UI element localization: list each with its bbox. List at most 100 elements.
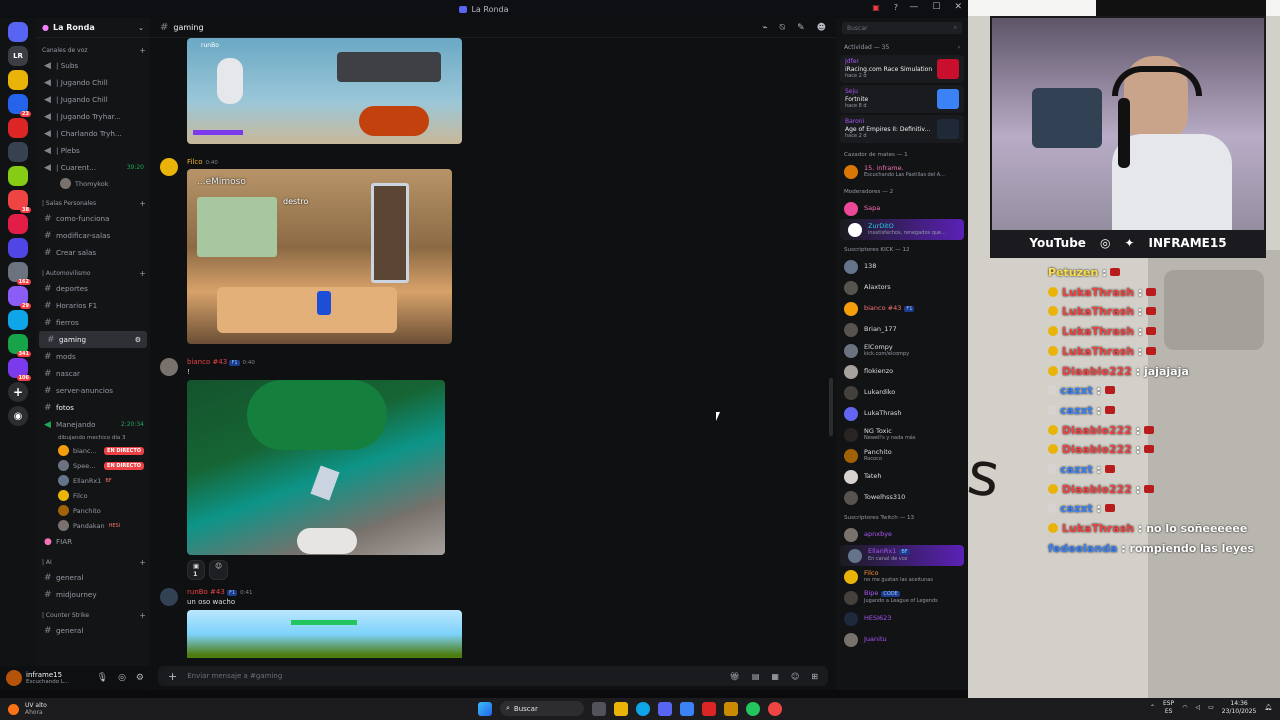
file-explorer-icon[interactable] xyxy=(614,701,628,716)
minimize-button[interactable]: — xyxy=(909,2,918,12)
channel-fiar[interactable]: ● FIAR xyxy=(36,533,150,550)
server-icon[interactable] xyxy=(8,238,28,258)
voice-user[interactable]: Panchito xyxy=(36,503,150,518)
server-icon[interactable]: 23 xyxy=(8,94,31,117)
voice-user[interactable]: EllanRx1 BF xyxy=(36,473,150,488)
taskbar-search[interactable]: ⌕ Buscar xyxy=(500,701,584,716)
add-server-icon[interactable]: + xyxy=(8,382,28,402)
voice-channel[interactable]: ◀ | Cuarent... 39:20 xyxy=(36,159,150,176)
scrollbar[interactable] xyxy=(829,378,833,436)
member-item[interactable]: Tateh xyxy=(836,466,968,487)
text-channel[interactable]: # Crear salas xyxy=(36,244,150,261)
server-icon[interactable] xyxy=(8,118,28,138)
wifi-icon[interactable]: ◠ xyxy=(1182,704,1187,712)
text-channel[interactable]: # mods xyxy=(36,348,150,365)
activity-card[interactable]: Baroni Age of Empires II: Definitiv... hac… xyxy=(840,115,964,143)
add-channel-icon[interactable]: + xyxy=(139,558,146,567)
add-channel-icon[interactable]: + xyxy=(139,269,146,278)
sticker-icon[interactable]: ▦ xyxy=(771,672,779,681)
text-channel[interactable]: # general xyxy=(36,622,150,639)
member-item[interactable]: Brian_177 xyxy=(836,319,968,340)
activity-card[interactable]: Jdfer iRacing.com Race Simulation hace 2 d xyxy=(840,55,964,83)
members-toggle-icon[interactable]: ☻ xyxy=(817,23,826,33)
volume-icon[interactable]: ◁ xyxy=(1195,704,1200,712)
obs-icon[interactable] xyxy=(702,701,716,716)
member-item[interactable]: EllanRx1 BF En canal de voz xyxy=(840,545,964,566)
edge-icon[interactable] xyxy=(636,701,650,716)
chevron-right-icon[interactable]: › xyxy=(958,44,960,51)
member-item[interactable]: Panchito Rococo xyxy=(836,445,968,466)
server-icon[interactable]: LR xyxy=(8,46,28,66)
server-icon[interactable] xyxy=(8,22,28,42)
member-item[interactable]: NG Toxic Newell's y nada más xyxy=(836,424,968,445)
category-cs[interactable]: | Counter Strike + xyxy=(36,603,150,622)
discover-icon[interactable]: ◉ xyxy=(8,406,28,426)
member-item[interactable]: LukaThrash xyxy=(836,403,968,424)
text-channel[interactable]: # midjourney xyxy=(36,586,150,603)
server-icon[interactable] xyxy=(8,166,28,186)
composer-placeholder[interactable]: Enviar mensaje a #gaming xyxy=(187,672,282,680)
text-channel[interactable]: # fotos xyxy=(36,399,150,416)
author-name[interactable]: runBo #43 F1 0:41 xyxy=(187,588,253,596)
text-channel[interactable]: # deportes xyxy=(36,280,150,297)
server-icon[interactable]: 341 xyxy=(8,334,31,357)
game-screenshot[interactable]: runBo xyxy=(187,38,462,144)
folder-icon[interactable] xyxy=(724,701,738,716)
member-item[interactable]: Towelhss310 xyxy=(836,487,968,508)
text-channel[interactable]: # general xyxy=(36,569,150,586)
text-channel[interactable]: # server-anuncios xyxy=(36,382,150,399)
member-item[interactable]: apnxbye xyxy=(836,524,968,545)
voice-user[interactable]: Filco xyxy=(36,488,150,503)
search-input[interactable]: Buscar ⌕ xyxy=(842,22,962,34)
voice-channel[interactable]: ◀ | Jugando Chill xyxy=(36,74,150,91)
add-channel-icon[interactable]: + xyxy=(139,611,146,620)
maximize-button[interactable]: ☐ xyxy=(932,2,940,12)
voice-channel-driving[interactable]: ◀ Manejando 2:20:34 xyxy=(36,416,150,433)
discord-icon[interactable] xyxy=(658,701,672,716)
member-item[interactable]: Juanitu xyxy=(836,629,968,650)
gift-icon[interactable]: 🎁︎ xyxy=(730,672,740,681)
add-channel-icon[interactable]: + xyxy=(139,199,146,208)
server-icon[interactable] xyxy=(8,214,28,234)
help-icon[interactable]: ? xyxy=(894,3,898,12)
add-reaction-icon[interactable]: ☺ xyxy=(209,560,228,580)
author-text[interactable]: runBo #43 xyxy=(187,588,225,596)
headphones-icon[interactable]: ◎ xyxy=(118,673,126,683)
author-name[interactable]: Filco 0:40 xyxy=(187,158,218,166)
voice-channel[interactable]: ◀ | Jugando Chill xyxy=(36,91,150,108)
inbox-icon[interactable]: ▣ xyxy=(872,3,880,12)
task-view-icon[interactable] xyxy=(592,701,606,716)
author-name[interactable]: bianco #43 F1 0:40 xyxy=(187,358,255,366)
app-icon[interactable] xyxy=(680,701,694,716)
voice-channel[interactable]: ◀ | Subs xyxy=(36,57,150,74)
category-voice[interactable]: Canales de voz + xyxy=(36,38,150,57)
member-item[interactable]: Bipe CODE Jugando a League of Legends xyxy=(836,587,968,608)
reaction-emoji[interactable]: ▣ 1 xyxy=(187,560,206,580)
category-auto[interactable]: | Automovilismo + xyxy=(36,261,150,280)
category-ai[interactable]: | AI + xyxy=(36,550,150,569)
weather-widget[interactable]: UV alto Ahora xyxy=(0,702,47,716)
server-icon[interactable]: 38 xyxy=(8,190,31,213)
member-item[interactable]: Filco no me gustan las aceitunas xyxy=(836,566,968,587)
text-channel[interactable]: # como-funciona xyxy=(36,210,150,227)
server-icon[interactable]: 29 xyxy=(8,286,31,309)
language-indicator[interactable]: ESP ES xyxy=(1163,700,1174,716)
server-icon[interactable] xyxy=(8,310,28,330)
voice-user[interactable]: bianc... EN DIRECTO xyxy=(36,443,150,458)
voice-channel[interactable]: ◀ | Plebs xyxy=(36,142,150,159)
server-icon[interactable] xyxy=(8,70,28,90)
member-item[interactable]: Sapa xyxy=(836,198,968,219)
notifications-icon[interactable]: 🔔︎ xyxy=(1264,704,1272,712)
author-text[interactable]: bianco #43 xyxy=(187,358,227,366)
guild-header[interactable]: ● La Ronda ⌄ xyxy=(36,18,150,38)
server-icon[interactable]: 162 xyxy=(8,262,31,285)
member-item[interactable]: Lukardiko xyxy=(836,382,968,403)
game-screenshot[interactable] xyxy=(187,610,462,658)
voice-user[interactable]: Thomykok xyxy=(36,176,150,191)
author-text[interactable]: Filco xyxy=(187,158,203,166)
chevron-up-icon[interactable]: ⌃ xyxy=(1150,704,1155,712)
voice-channel[interactable]: ◀ | Jugando Tryhar... xyxy=(36,108,150,125)
game-screenshot[interactable] xyxy=(187,380,445,555)
channel-settings-icon[interactable]: ⚙ xyxy=(135,336,141,344)
mute-bell-icon[interactable]: ⍉ xyxy=(780,23,785,33)
